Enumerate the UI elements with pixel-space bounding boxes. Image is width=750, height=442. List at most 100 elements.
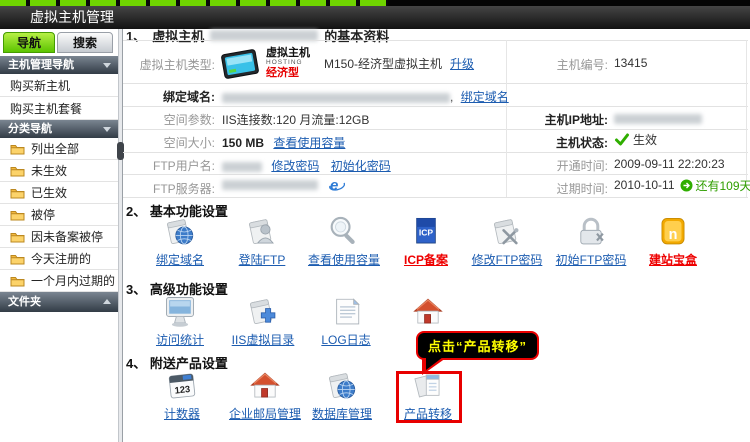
table-grid-line <box>123 174 748 175</box>
action-counter[interactable]: 123 计数器 <box>141 372 223 422</box>
heading-number: 4、 <box>126 356 146 371</box>
sidebar-item-label: 一个月内过期的 <box>31 272 115 289</box>
lock-icon[interactable] <box>572 215 610 249</box>
sidebar-item-registered-today[interactable]: 今天注册的 <box>0 248 118 270</box>
sidebar-item-list-all[interactable]: 列出全部 <box>0 138 118 160</box>
log-document-icon[interactable] <box>327 295 365 329</box>
sidebar-item-buy-new-host[interactable]: 购买新主机 <box>0 74 118 97</box>
action-label[interactable]: 计数器 <box>164 405 200 422</box>
sidebar-item-label: 已生效 <box>31 184 67 201</box>
check-icon <box>614 133 630 146</box>
action-label[interactable]: 建站宝盒 <box>649 251 697 268</box>
action-database-management[interactable]: 数据库管理 <box>301 372 383 422</box>
highlight-red-box <box>396 371 462 423</box>
section-title: 文件夹 <box>8 296 41 308</box>
sidebar-item-suspended-no-icp[interactable]: 因未备案被停 <box>0 226 118 248</box>
space-size-value: 150 MB <box>222 136 264 150</box>
init-password-link[interactable]: 初始化密码 <box>331 159 391 173</box>
action-label[interactable]: ICP备案 <box>404 251 448 268</box>
host-status-value: 生效 <box>633 131 657 148</box>
sidebar-item-label: 被停 <box>31 206 55 223</box>
action-label[interactable]: 登陆FTP <box>239 251 286 268</box>
redacted-domain <box>222 93 450 103</box>
sidebar-section-category-nav[interactable]: 分类导航 <box>0 120 118 138</box>
action-init-ftp-password[interactable]: 初始FTP密码 <box>550 220 632 268</box>
callout-bubble: 点击“产品转移” <box>416 331 539 360</box>
host-ip-value <box>614 111 702 125</box>
icp-icon[interactable]: ICP <box>407 215 445 249</box>
action-bind-domain[interactable]: 绑定域名 <box>139 220 221 268</box>
host-type-value-row: 虚拟主机 HOSTING 经济型 M150-经济型虚拟主机 升级 <box>220 45 474 82</box>
table-grid-line <box>123 83 748 84</box>
folder-plus-icon[interactable] <box>244 295 282 329</box>
action-label[interactable]: 企业邮局管理 <box>229 405 301 422</box>
host-status-label: 主机状态: <box>498 134 608 151</box>
action-label[interactable]: 绑定域名 <box>156 251 204 268</box>
action-icp-record[interactable]: ICP ICP备案 <box>385 220 467 268</box>
host-ip-label: 主机IP地址: <box>498 111 608 128</box>
globe-folder-icon[interactable] <box>161 215 199 249</box>
sitebox-icon[interactable]: n <box>654 215 692 249</box>
sidebar-section-host-management[interactable]: 主机管理导航 <box>0 56 118 74</box>
host-type-value: M150-经济型虚拟主机 <box>324 55 442 72</box>
action-label[interactable]: 修改FTP密码 <box>472 251 543 268</box>
space-size-row: 150 MB 查看使用容量 <box>222 134 345 151</box>
sidebar-item-suspended[interactable]: 被停 <box>0 204 118 226</box>
home-icon[interactable] <box>409 295 447 329</box>
tab-navigation[interactable]: 导航 <box>3 32 55 53</box>
heading-number: 2、 <box>126 204 146 219</box>
magnifier-icon[interactable] <box>325 215 363 249</box>
svg-text:n: n <box>669 227 678 243</box>
days-left-note: 还有109天过期 <box>696 177 750 194</box>
action-label[interactable]: 数据库管理 <box>312 405 372 422</box>
heading-suffix: 的基本资料 <box>324 26 389 45</box>
sidebar-item-label: 未生效 <box>31 162 67 179</box>
action-label[interactable]: IIS虚拟目录 <box>232 331 295 348</box>
view-usage-link[interactable]: 查看使用容量 <box>273 136 345 150</box>
ie-icon[interactable]: e <box>328 177 345 193</box>
action-iis-virtual-dir[interactable]: IIS虚拟目录 <box>222 298 304 348</box>
action-label[interactable]: 访问统计 <box>156 331 204 348</box>
open-time-value: 2009-09-11 22:20:23 <box>614 157 725 171</box>
ftp-user-row: 修改密码 初始化密码 <box>222 157 391 174</box>
space-params-value: IIS连接数:120 月流量:12GB <box>222 111 369 128</box>
counter-icon[interactable]: 123 <box>163 369 201 403</box>
action-log[interactable]: LOG日志 <box>305 298 387 348</box>
sidebar-item-expiring-in-month[interactable]: 一个月内过期的 <box>0 270 118 292</box>
user-folder-icon[interactable] <box>243 215 281 249</box>
redacted-ip <box>614 114 702 124</box>
monitor-icon[interactable] <box>161 293 199 329</box>
change-password-link[interactable]: 修改密码 <box>271 159 319 173</box>
table-grid-line <box>123 106 748 107</box>
sidebar-item-inactive[interactable]: 未生效 <box>0 160 118 182</box>
sidebar-section-folders[interactable]: 文件夹 <box>0 292 118 312</box>
section-title: 分类导航 <box>8 123 52 135</box>
chevron-up-icon <box>103 299 111 304</box>
host-status-row: 生效 <box>614 131 657 147</box>
action-mail-management[interactable]: 企业邮局管理 <box>224 372 306 422</box>
action-site-builder[interactable]: n 建站宝盒 <box>632 220 714 268</box>
heading-prefix: 虚拟主机 <box>152 26 204 45</box>
sidebar-item-active[interactable]: 已生效 <box>0 182 118 204</box>
action-label[interactable]: 查看使用容量 <box>308 251 380 268</box>
hosting-badge-icon <box>220 47 262 81</box>
redacted-ftp-server <box>222 180 318 190</box>
svg-text:ICP: ICP <box>419 227 434 237</box>
sidebar-item-buy-host-package[interactable]: 购买主机套餐 <box>0 97 118 120</box>
tools-folder-icon[interactable] <box>488 215 526 249</box>
table-grid-line <box>123 152 748 153</box>
sidebar-item-label: 因未备案被停 <box>31 228 103 245</box>
action-view-usage[interactable]: 查看使用容量 <box>303 220 385 268</box>
database-globe-icon[interactable] <box>323 369 361 403</box>
action-change-ftp-password[interactable]: 修改FTP密码 <box>466 220 548 268</box>
heading-number: 3、 <box>126 282 146 297</box>
upgrade-link[interactable]: 升级 <box>450 55 474 72</box>
folder-icon <box>10 143 25 155</box>
bind-domain-link[interactable]: 绑定域名 <box>461 90 509 104</box>
action-login-ftp[interactable]: 登陆FTP <box>221 220 303 268</box>
tab-search[interactable]: 搜索 <box>57 32 113 53</box>
mail-home-icon[interactable] <box>246 369 284 403</box>
action-label[interactable]: 初始FTP密码 <box>556 251 627 268</box>
action-visit-stats[interactable]: 访问统计 <box>139 298 221 348</box>
action-label[interactable]: LOG日志 <box>321 331 370 348</box>
